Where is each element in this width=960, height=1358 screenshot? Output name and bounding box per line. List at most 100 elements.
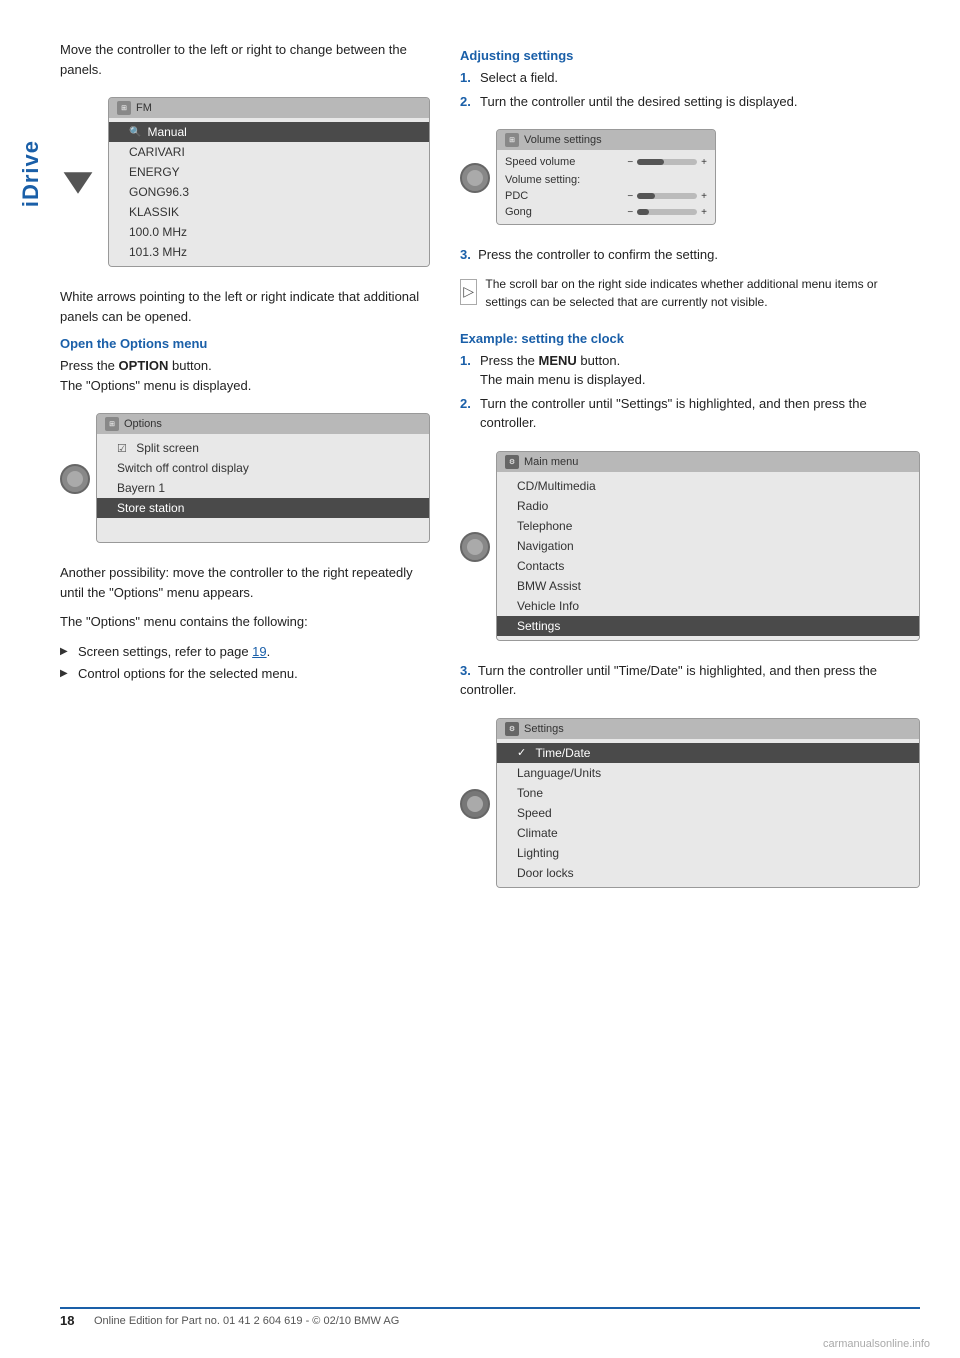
adjusting-step-1: 1. Select a field.: [460, 68, 920, 88]
mm-row-navigation: Navigation: [497, 536, 919, 556]
slider-fill-1: [637, 159, 664, 165]
slider-track-pdc: [637, 193, 697, 199]
volume-row-speed: Speed volume − +: [497, 154, 715, 170]
mm-row-settings: Settings: [497, 616, 919, 636]
open-options-heading: Open the Options menu: [60, 336, 430, 351]
mm-row-telephone: Telephone: [497, 516, 919, 536]
fm-row-manual: 🔍 Manual: [109, 122, 429, 142]
page-link-19[interactable]: 19: [252, 644, 266, 659]
options-row-store: Store station: [97, 498, 429, 518]
fm-screen-wrap: ⊞ FM 🔍 Manual CARIVARI ENERGY GONG96.3 K…: [60, 89, 430, 277]
step3-clock-label: Turn the controller until "Time/Date" is…: [460, 663, 877, 698]
slider-plus-pdc: +: [701, 191, 707, 202]
example-steps: 1. Press the MENU button.The main menu i…: [460, 351, 920, 433]
mm-row-bmw: BMW Assist: [497, 576, 919, 596]
settings-row-doorlocks: Door locks: [497, 863, 919, 883]
settings-screen-wrap: ⚙ Settings ✓ Time/Date Language/Units To…: [460, 710, 920, 898]
example-step-1: 1. Press the MENU button.The main menu i…: [460, 351, 920, 390]
bullet-text-2: Control options for the selected menu.: [78, 664, 298, 684]
settings-row-speed: Speed: [497, 803, 919, 823]
controller-inner-main: [467, 539, 483, 555]
settings-row-lang: Language/Units: [497, 763, 919, 783]
example-heading: Example: setting the clock: [460, 331, 920, 346]
options-screen: ⊞ Options ☑ Split screen Switch off cont…: [96, 413, 430, 543]
fm-row-energy: ENERGY: [109, 162, 429, 182]
volume-screen-body: Speed volume − + Volume setting:: [497, 150, 715, 224]
controller-icon-settings: [460, 789, 490, 819]
scroll-indicator: ▷: [460, 279, 477, 305]
step3-label: Press the controller to confirm the sett…: [478, 247, 718, 262]
slider-fill-gong: [637, 209, 649, 215]
step3-clock-text: 3. Turn the controller until "Time/Date"…: [460, 661, 920, 700]
right-column: Adjusting settings 1. Select a field. 2.…: [460, 40, 920, 908]
settings-row-tone: Tone: [497, 783, 919, 803]
volume-row-setting-header: Volume setting:: [497, 170, 715, 188]
triangle-icon-2: ▶: [60, 666, 72, 684]
mm-row-contacts: Contacts: [497, 556, 919, 576]
fm-title: FM: [136, 102, 152, 114]
speed-slider: − +: [627, 157, 707, 168]
main-menu-title-bar: ⚙ Main menu: [497, 452, 919, 472]
page-number: 18: [60, 1313, 84, 1328]
left-column: Move the controller to the left or right…: [60, 40, 430, 908]
gong-label: Gong: [505, 206, 532, 218]
options-spacer: [97, 518, 429, 538]
settings-icon: ⚙: [505, 722, 519, 736]
fm-row-klassik: KLASSIK: [109, 202, 429, 222]
content-area: Move the controller to the left or right…: [60, 40, 920, 908]
main-menu-title: Main menu: [524, 456, 578, 468]
volume-title-bar: ⊞ Volume settings: [497, 130, 715, 150]
scroll-note-wrap: ▷ The scroll bar on the right side indic…: [460, 275, 920, 321]
example-text-2: Turn the controller until "Settings" is …: [480, 394, 920, 433]
main-menu-screen: ⚙ Main menu CD/Multimedia Radio Telephon…: [496, 451, 920, 641]
sidebar-label: iDrive: [18, 140, 44, 207]
step-num-2: 2.: [460, 92, 474, 112]
settings-row-timedate: ✓ Time/Date: [497, 743, 919, 763]
settings-screen-body: ✓ Time/Date Language/Units Tone Speed Cl…: [497, 739, 919, 887]
bullet-text-1: Screen settings, refer to page 19.: [78, 642, 270, 662]
fm-row-100: 100.0 MHz: [109, 222, 429, 242]
volume-title: Volume settings: [524, 134, 602, 146]
step3-num: 3.: [460, 247, 471, 262]
slider-plus-1: +: [701, 157, 707, 168]
fm-row-carivari: CARIVARI: [109, 142, 429, 162]
page-container: iDrive Move the controller to the left o…: [0, 0, 960, 1358]
open-options-instruction: Press the OPTION button. The "Options" m…: [60, 356, 430, 395]
options-screen-wrap: ⊞ Options ☑ Split screen Switch off cont…: [60, 405, 430, 553]
speed-volume-label: Speed volume: [505, 156, 575, 168]
controller-inner-vol: [467, 170, 483, 186]
fm-row-101: 101.3 MHz: [109, 242, 429, 262]
controller-icon-main: [460, 532, 490, 562]
triangle-icon-1: ▶: [60, 644, 72, 662]
main-menu-body: CD/Multimedia Radio Telephone Navigation…: [497, 472, 919, 640]
pdc-slider: − +: [627, 191, 707, 202]
step-text-1: Select a field.: [480, 68, 558, 88]
fm-screen: ⊞ FM 🔍 Manual CARIVARI ENERGY GONG96.3 K…: [108, 97, 430, 267]
intro-text: Move the controller to the left or right…: [60, 40, 430, 79]
fm-icon: ⊞: [117, 101, 131, 115]
slider-fill-pdc: [637, 193, 655, 199]
step3-clock-num: 3.: [460, 663, 471, 678]
search-icon: 🔍: [129, 127, 141, 138]
bullet-item-2: ▶ Control options for the selected menu.: [60, 664, 430, 684]
bullet-item-1: ▶ Screen settings, refer to page 19.: [60, 642, 430, 662]
footer-text: Online Edition for Part no. 01 41 2 604 …: [94, 1315, 399, 1327]
options-row-split: ☑ Split screen: [97, 438, 429, 458]
mm-row-cd: CD/Multimedia: [497, 476, 919, 496]
watermark: carmanualsonline.info: [823, 1338, 930, 1350]
controller-wrap-main: [460, 532, 490, 562]
fm-row-gong: GONG96.3: [109, 182, 429, 202]
settings-screen: ⚙ Settings ✓ Time/Date Language/Units To…: [496, 718, 920, 888]
step3-text: 3. Press the controller to confirm the s…: [460, 245, 920, 265]
arrow-down-icon: [60, 165, 96, 201]
example-num-2: 2.: [460, 394, 474, 433]
slider-minus-gong: −: [627, 207, 633, 218]
main-menu-icon: ⚙: [505, 455, 519, 469]
slider-track-1: [637, 159, 697, 165]
fm-title-bar: ⊞ FM: [109, 98, 429, 118]
adjusting-step-2: 2. Turn the controller until the desired…: [460, 92, 920, 112]
bullet-list: ▶ Screen settings, refer to page 19. ▶ C…: [60, 642, 430, 684]
example-step-2: 2. Turn the controller until "Settings" …: [460, 394, 920, 433]
controller-icon-volume: [460, 163, 490, 193]
settings-title-bar: ⚙ Settings: [497, 719, 919, 739]
